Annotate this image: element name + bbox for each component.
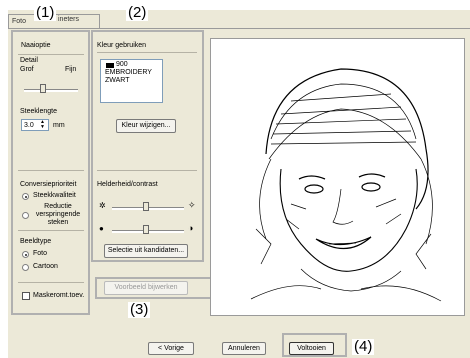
stitch-option-title: Naaioptie <box>21 42 51 49</box>
brightness-slider-thumb[interactable] <box>143 202 149 211</box>
middle-divider <box>97 170 197 171</box>
left-divider-2 <box>18 230 84 231</box>
detail-slider-track[interactable] <box>24 89 78 92</box>
detail-min-label: Grof <box>20 66 34 73</box>
left-divider-1 <box>18 170 84 171</box>
radio-stitch-quality[interactable] <box>22 193 29 200</box>
callout-label-4: (4) <box>352 338 375 355</box>
callout-label-2: (2) <box>126 4 149 21</box>
stitch-length-spinner[interactable]: 3.0 ▲ ▼ <box>21 119 49 131</box>
left-divider-3 <box>18 282 84 283</box>
stitch-length-value: 3.0 <box>24 122 34 129</box>
detail-slider-thumb[interactable] <box>40 84 46 93</box>
contrast-high-icon: ◑ <box>188 223 194 233</box>
color-list[interactable]: 900 EMBROIDERY ZWART <box>100 59 163 103</box>
contrast-slider-thumb[interactable] <box>143 225 149 234</box>
detail-label: Detail <box>20 57 38 64</box>
radio-cartoon-label: Cartoon <box>33 263 58 270</box>
radio-jump-reduction[interactable] <box>22 212 29 219</box>
use-color-divider <box>97 52 197 53</box>
tab-photo-label-tail: ineters <box>58 16 80 23</box>
stitch-option-divider <box>18 54 84 55</box>
radio-jump-reduction-label: Reductie verspringende steken <box>35 203 81 226</box>
change-color-button[interactable]: Kleur wijzigen... <box>116 119 176 133</box>
color-item-code[interactable]: 900 <box>116 61 128 69</box>
mask-checkbox[interactable] <box>22 292 30 300</box>
finish-button[interactable]: Voltooien <box>289 342 334 355</box>
use-color-label: Kleur gebruiken <box>97 42 147 49</box>
detail-max-label: Fijn <box>65 66 77 73</box>
radio-photo[interactable] <box>22 251 29 258</box>
image-type-label: Beeldtype <box>20 238 52 245</box>
contrast-low-icon: ● <box>99 224 104 233</box>
brightness-contrast-label: Helderheid/contrast <box>97 181 158 188</box>
spin-down-icon[interactable]: ▼ <box>40 125 45 130</box>
radio-photo-label: Foto <box>33 250 48 257</box>
preview-image <box>210 38 465 316</box>
stitch-length-unit: mm <box>53 122 65 129</box>
color-item-name[interactable]: ZWART <box>105 77 130 85</box>
brightness-low-icon: ✲ <box>99 201 106 210</box>
cancel-button[interactable]: Annuleren <box>222 342 266 355</box>
back-button[interactable]: < Vorige <box>148 342 194 355</box>
update-preview-button[interactable]: Voorbeeld bijwerken <box>104 281 188 295</box>
radio-stitch-quality-label: Steekkwaliteit <box>33 192 76 199</box>
mask-checkbox-label: Maskeromt.toev. <box>33 292 85 299</box>
radio-cartoon[interactable] <box>22 264 29 271</box>
conversion-priority-label: Conversieprioriteit <box>20 181 77 188</box>
callout-label-3: (3) <box>128 301 151 318</box>
callout-label-1: (1) <box>34 4 57 21</box>
tab-divider <box>8 28 470 29</box>
stitch-length-label: Steeklengte <box>20 108 57 115</box>
color-item-brand[interactable]: EMBROIDERY <box>105 69 152 77</box>
brightness-high-icon: ✧ <box>188 200 196 210</box>
embroidery-portrait-image <box>250 68 442 302</box>
color-swatch <box>106 63 114 68</box>
select-candidates-button[interactable]: Selectie uit kandidaten... <box>104 244 188 258</box>
